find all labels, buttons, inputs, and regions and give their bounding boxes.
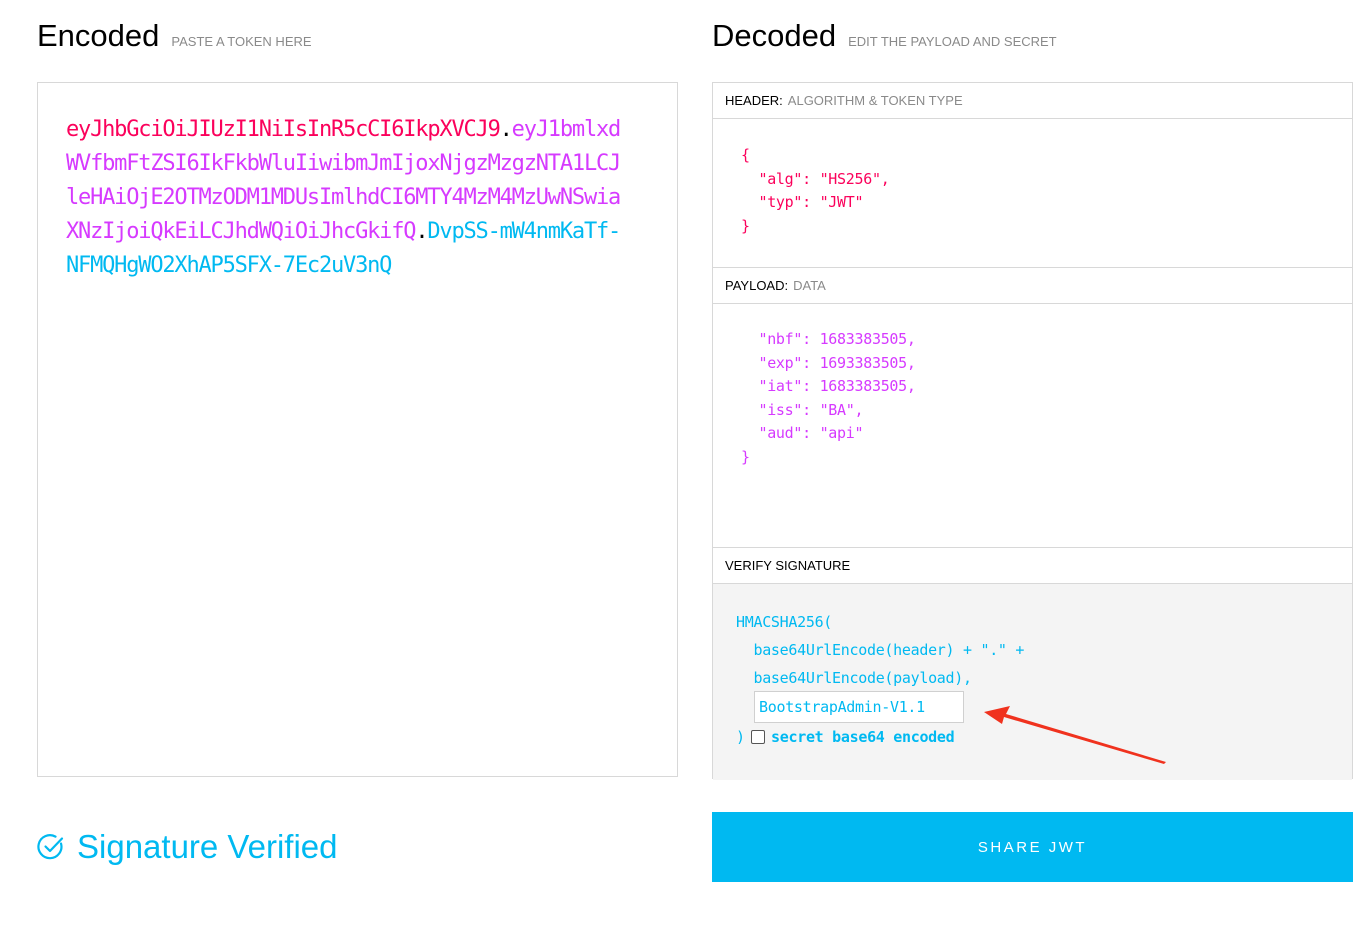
token-dot: .: [415, 219, 428, 244]
header-label: HEADER:: [725, 93, 783, 108]
signature-status-text: Signature Verified: [77, 828, 338, 865]
decoded-panel: HEADER: ALGORITHM & TOKEN TYPE { "alg": …: [712, 82, 1353, 780]
secret-base64-checkbox[interactable]: [751, 730, 766, 744]
encoded-title: Encoded: [37, 18, 160, 53]
payload-label: PAYLOAD:: [725, 278, 789, 293]
encoded-token-editor[interactable]: eyJhbGciOiJIUzI1NiIsInR5cCI6IkpXVCJ9.eyJ…: [37, 82, 678, 777]
close-paren: ): [736, 728, 746, 746]
secret-input[interactable]: [754, 691, 964, 723]
verify-close-line: ) secret base64 encoded: [736, 728, 955, 746]
payload-sublabel: DATA: [793, 278, 826, 293]
verify-line-2: base64UrlEncode(header) + "." +: [736, 641, 1025, 659]
token-header-part: eyJhbGciOiJIUzI1NiIsInR5cCI6IkpXVCJ9: [66, 117, 501, 142]
check-circle-icon: [37, 834, 64, 860]
encoded-subtitle: PASTE A TOKEN HERE: [171, 34, 312, 49]
token-dot: .: [499, 117, 513, 142]
encoded-title-group: Encoded PASTE A TOKEN HERE: [37, 18, 312, 54]
header-sublabel: ALGORITHM & TOKEN TYPE: [787, 93, 963, 108]
payload-editor[interactable]: "nbf": 1683383505, "exp": 1693383505, "i…: [713, 304, 1352, 548]
decoded-subtitle: EDIT THE PAYLOAD AND SECRET: [848, 34, 1057, 49]
secret-base64-label[interactable]: secret base64 encoded: [771, 728, 955, 746]
payload-json[interactable]: "nbf": 1683383505, "exp": 1693383505, "i…: [741, 328, 916, 469]
signature-status: Signature Verified: [37, 828, 338, 866]
header-editor[interactable]: { "alg": "HS256", "typ": "JWT" }: [713, 119, 1352, 268]
decoded-title-group: Decoded EDIT THE PAYLOAD AND SECRET: [712, 18, 1057, 54]
decoded-title: Decoded: [712, 18, 837, 53]
header-json[interactable]: { "alg": "HS256", "typ": "JWT" }: [741, 144, 890, 238]
verify-code: HMACSHA256( base64UrlEncode(header) + ".…: [736, 608, 1024, 692]
annotation-arrow-icon: [984, 706, 1166, 764]
payload-section-title: PAYLOAD: DATA: [713, 268, 1352, 304]
header-section-title: HEADER: ALGORITHM & TOKEN TYPE: [713, 83, 1352, 119]
verify-line-3: base64UrlEncode(payload),: [736, 669, 972, 687]
verify-label: VERIFY SIGNATURE: [725, 558, 851, 573]
share-jwt-button[interactable]: SHARE JWT: [712, 812, 1353, 882]
verify-section-title: VERIFY SIGNATURE: [713, 548, 1352, 584]
encoded-token-text[interactable]: eyJhbGciOiJIUzI1NiIsInR5cCI6IkpXVCJ9.eyJ…: [66, 113, 626, 283]
verify-line-1: HMACSHA256(: [736, 613, 833, 631]
